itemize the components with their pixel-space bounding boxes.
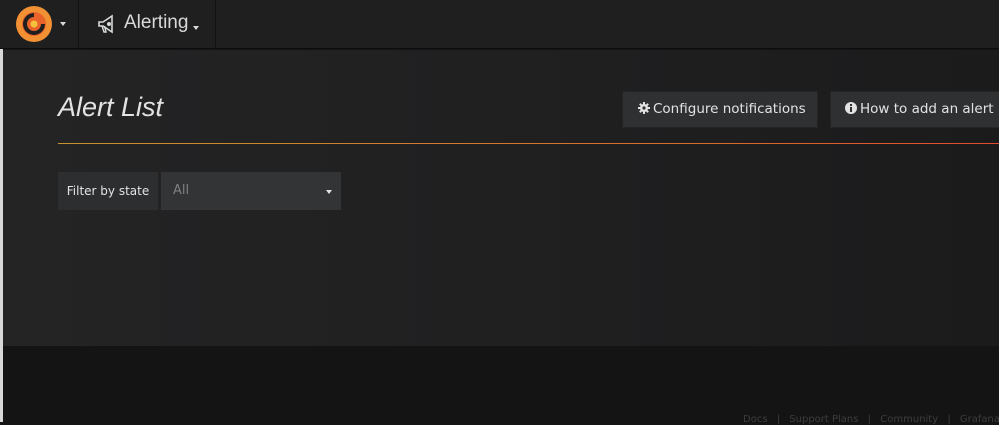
chevron-down-icon	[193, 26, 199, 30]
state-filter-value: All	[173, 183, 190, 198]
how-to-add-alert-button[interactable]: How to add an alert	[830, 91, 999, 128]
chevron-down-icon	[326, 190, 332, 194]
top-navbar: Alerting	[0, 0, 999, 49]
filter-by-state-label: Filter by state	[58, 172, 158, 210]
page-footer: Docs | Support Plans | Community | Grafa…	[3, 346, 999, 425]
info-circle-icon	[845, 102, 857, 114]
footer-link-support[interactable]: Support Plans	[789, 414, 858, 425]
footer-link-community[interactable]: Community	[880, 414, 938, 425]
section-title: Alerting	[124, 12, 189, 33]
footer-separator: |	[947, 414, 951, 425]
footer-link-grafana[interactable]: Grafana	[960, 414, 999, 425]
gear-icon	[638, 102, 650, 114]
megaphone-icon	[98, 14, 113, 34]
grafana-menu-button[interactable]	[3, 0, 79, 49]
page-title: Alert List	[58, 92, 164, 122]
state-filter-select[interactable]: All	[161, 172, 341, 210]
footer-links: Docs | Support Plans | Community | Grafa…	[743, 414, 999, 425]
how-to-add-alert-label: How to add an alert	[860, 101, 994, 117]
footer-link-docs[interactable]: Docs	[743, 414, 768, 425]
footer-separator: |	[776, 414, 781, 425]
chevron-down-icon	[60, 22, 66, 26]
section-dropdown-alerting[interactable]: Alerting	[80, 0, 216, 49]
page-content: Alert List Configure notifications How t…	[3, 50, 999, 346]
grafana-logo-icon	[16, 6, 52, 42]
configure-notifications-label: Configure notifications	[653, 101, 806, 117]
configure-notifications-button[interactable]: Configure notifications	[622, 91, 818, 128]
footer-separator: |	[867, 414, 872, 425]
title-divider	[58, 143, 999, 144]
